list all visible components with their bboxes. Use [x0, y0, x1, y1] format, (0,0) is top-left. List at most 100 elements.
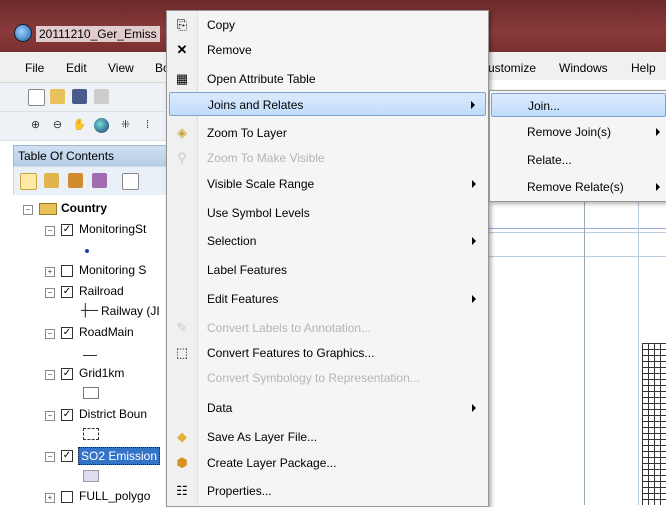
menu-item-data[interactable]: Data: [169, 396, 486, 420]
menu-item-create-layer-package[interactable]: ⬢ Create Layer Package...: [169, 451, 486, 475]
map-boundary-line: [488, 232, 666, 233]
collapse-icon[interactable]: −: [45, 452, 55, 462]
options-icon[interactable]: [122, 173, 139, 190]
map-boundary-line: [488, 228, 666, 229]
copy-icon: ⎘: [176, 17, 188, 32]
submenu-arrow-icon: [471, 101, 475, 109]
menu-item-label: Remove Join(s): [527, 125, 612, 139]
menu-item-selection[interactable]: Selection: [169, 229, 486, 253]
layer-checkbox[interactable]: ✓: [61, 327, 73, 339]
list-by-drawing-order-icon[interactable]: [20, 173, 37, 190]
layer-checkbox[interactable]: ✓: [61, 368, 73, 380]
layer-name: Country: [61, 201, 107, 215]
collapse-icon[interactable]: −: [45, 329, 55, 339]
collapse-icon[interactable]: −: [45, 226, 55, 236]
save-icon[interactable]: [72, 89, 87, 104]
zoom-out-icon[interactable]: ⊖: [50, 118, 65, 133]
menu-item-label: Convert Features to Graphics...: [207, 346, 375, 360]
collapse-icon[interactable]: −: [45, 288, 55, 298]
remove-icon: ✕: [176, 42, 188, 57]
menu-view[interactable]: View: [108, 61, 134, 75]
expand-icon[interactable]: +: [45, 267, 55, 277]
print-icon[interactable]: [94, 89, 109, 104]
menu-item-remove[interactable]: ✕ Remove: [169, 38, 486, 62]
fixed-zoom-out-icon[interactable]: ⁞: [140, 118, 155, 133]
submenu-arrow-icon: [656, 128, 660, 136]
menu-item-save-as-layer-file[interactable]: ◆ Save As Layer File...: [169, 425, 486, 449]
collapse-icon[interactable]: −: [45, 411, 55, 421]
menu-item-edit-features[interactable]: Edit Features: [169, 287, 486, 311]
layer-checkbox[interactable]: [61, 265, 73, 277]
submenu-item-remove-relates[interactable]: Remove Relate(s): [491, 175, 666, 199]
submenu-arrow-icon: [472, 404, 476, 412]
new-document-icon[interactable]: [28, 89, 45, 106]
menu-item-zoom-to-layer[interactable]: ◈ Zoom To Layer: [169, 121, 486, 145]
submenu-item-relate[interactable]: Relate...: [491, 148, 666, 172]
menu-item-convert-symbology-to-representation[interactable]: Convert Symbology to Representation...: [169, 366, 486, 390]
line-symbol-icon: [83, 355, 97, 356]
map-grid-cells: [642, 343, 666, 505]
menu-item-label-features[interactable]: Label Features: [169, 258, 486, 282]
layer-checkbox[interactable]: ✓: [61, 286, 73, 298]
menu-item-convert-labels-to-annotation[interactable]: ✎ Convert Labels to Annotation...: [169, 316, 486, 340]
menu-file[interactable]: File: [25, 61, 44, 75]
submenu-item-join[interactable]: Join...: [491, 93, 666, 117]
toc-header: Table Of Contents: [13, 145, 175, 167]
window-title: 20111210_Ger_Emiss: [36, 26, 160, 42]
list-by-selection-icon[interactable]: [92, 173, 107, 188]
map-boundary-line: [488, 256, 666, 257]
table-icon: ▦: [175, 71, 189, 86]
menu-item-copy[interactable]: ⎘ Copy: [169, 13, 486, 37]
menu-edit[interactable]: Edit: [66, 61, 87, 75]
menu-item-use-symbol-levels[interactable]: Use Symbol Levels: [169, 201, 486, 225]
menu-item-visible-scale-range[interactable]: Visible Scale Range: [169, 172, 486, 196]
menu-item-convert-features-to-graphics[interactable]: ⬚ Convert Features to Graphics...: [169, 341, 486, 365]
menu-item-open-attribute-table[interactable]: ▦ Open Attribute Table: [169, 67, 486, 91]
expand-icon[interactable]: +: [45, 493, 55, 503]
layer-name: FULL_polygo: [79, 489, 151, 503]
fixed-zoom-in-icon[interactable]: ⁜: [118, 118, 133, 133]
convert-labels-icon: ✎: [176, 320, 188, 335]
layer-context-menu: ⎘ Copy ✕ Remove ▦ Open Attribute Table J…: [166, 10, 489, 507]
layer-name: RoadMain: [79, 325, 134, 339]
convert-graphics-icon: ⬚: [175, 345, 189, 360]
standard-toolbar: [0, 83, 170, 112]
menu-customize[interactable]: ustomize: [488, 61, 536, 75]
dashed-polygon-symbol-icon: [83, 428, 99, 440]
menu-item-label: Zoom To Layer: [207, 126, 287, 140]
menu-item-label: Joins and Relates: [208, 98, 304, 112]
toc-toolbar: [13, 166, 175, 196]
menu-help[interactable]: Help: [631, 61, 656, 75]
map-boundary-line: [638, 200, 639, 505]
tools-toolbar: ⊕ ⊖ ✋ ⁜ ⁞: [0, 112, 170, 141]
polygon-symbol-icon: [83, 470, 99, 482]
menu-item-properties[interactable]: ☷ Properties...: [169, 479, 486, 503]
menu-item-label: Relate...: [527, 153, 572, 167]
layer-checkbox[interactable]: ✓: [61, 224, 73, 236]
collapse-icon[interactable]: −: [45, 370, 55, 380]
collapse-icon[interactable]: −: [23, 205, 33, 215]
menu-item-label: Open Attribute Table: [207, 72, 316, 86]
railway-line-icon: ┼─: [81, 303, 99, 317]
layer-checkbox[interactable]: ✓: [61, 409, 73, 421]
list-by-visibility-icon[interactable]: [68, 173, 83, 188]
submenu-item-remove-joins[interactable]: Remove Join(s): [491, 120, 666, 144]
menu-windows[interactable]: Windows: [559, 61, 608, 75]
menu-item-zoom-to-make-visible[interactable]: ⚲ Zoom To Make Visible: [169, 146, 486, 170]
menu-item-label: Edit Features: [207, 292, 279, 306]
layer-checkbox[interactable]: [61, 491, 73, 503]
layer-name: Grid1km: [79, 366, 125, 380]
zoom-in-icon[interactable]: ⊕: [28, 118, 43, 133]
full-extent-globe-icon[interactable]: [94, 118, 109, 133]
menu-item-joins-and-relates[interactable]: Joins and Relates: [169, 92, 486, 116]
layer-checkbox[interactable]: ✓: [61, 450, 73, 462]
submenu-arrow-icon: [472, 295, 476, 303]
map-boundary-line: [584, 200, 585, 505]
list-by-source-icon[interactable]: [44, 173, 59, 188]
layer-name: MonitoringSt: [79, 222, 147, 236]
open-folder-icon[interactable]: [50, 89, 65, 104]
pan-hand-icon[interactable]: ✋: [72, 118, 87, 133]
menu-item-label: Convert Symbology to Representation...: [207, 371, 420, 385]
menu-item-label: Properties...: [207, 484, 272, 498]
submenu-arrow-icon: [472, 180, 476, 188]
